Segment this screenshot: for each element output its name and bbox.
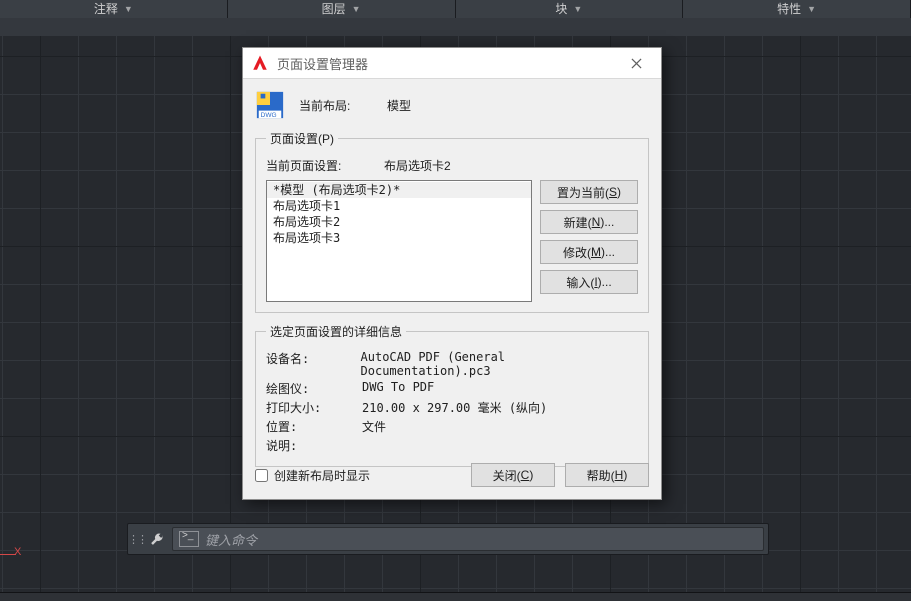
command-placeholder: 键入命令 [205, 530, 257, 549]
page-setup-manager-dialog: 页面设置管理器 DWG 当前布局: 模型 页面设置(P) 当前页面设置: [242, 47, 662, 500]
plotter-label: 绘图仪: [266, 380, 362, 397]
close-icon[interactable] [619, 52, 653, 74]
command-prompt-icon [179, 531, 199, 547]
chevron-down-icon: ▼ [124, 0, 133, 18]
size-label: 打印大小: [266, 399, 362, 416]
app-icon [251, 54, 269, 72]
modify-button[interactable]: 修改(M)... [540, 240, 638, 264]
details-legend: 选定页面设置的详细信息 [266, 323, 406, 340]
checkbox-label: 创建新布局时显示 [274, 467, 370, 484]
size-value: 210.00 x 297.00 毫米 (纵向) [362, 399, 547, 416]
list-item[interactable]: 布局选项卡1 [267, 198, 531, 214]
where-value: 文件 [362, 418, 386, 435]
chevron-down-icon: ▼ [352, 0, 361, 18]
dwg-icon: DWG [255, 90, 285, 120]
device-value: AutoCAD PDF (General Documentation).pc3 [361, 350, 638, 378]
new-button[interactable]: 新建(N)... [540, 210, 638, 234]
set-current-button[interactable]: 置为当前(S) [540, 180, 638, 204]
ribbon-panel-properties[interactable]: 特性▼ [683, 0, 911, 19]
chevron-down-icon: ▼ [573, 0, 582, 18]
list-item[interactable]: 布局选项卡2 [267, 214, 531, 230]
page-setup-legend: 页面设置(P) [266, 130, 338, 147]
svg-text:DWG: DWG [261, 112, 277, 119]
page-setup-group: 页面设置(P) 当前页面设置: 布局选项卡2 *模型 (布局选项卡2)* 布局选… [255, 130, 649, 313]
desc-label: 说明: [266, 437, 362, 454]
help-button[interactable]: 帮助(H) [565, 463, 649, 487]
show-on-new-layout-checkbox[interactable]: 创建新布局时显示 [255, 467, 370, 484]
command-input[interactable]: 键入命令 [172, 527, 764, 551]
chevron-down-icon: ▼ [807, 0, 816, 18]
command-line[interactable]: ⋮⋮ 键入命令 [127, 523, 769, 555]
customize-icon[interactable] [146, 532, 168, 546]
details-group: 选定页面设置的详细信息 设备名:AutoCAD PDF (General Doc… [255, 323, 649, 467]
list-item[interactable]: *模型 (布局选项卡2)* [267, 182, 531, 198]
plotter-value: DWG To PDF [362, 380, 434, 397]
current-page-setup-label: 当前页面设置: [266, 157, 384, 174]
dialog-titlebar[interactable]: 页面设置管理器 [243, 48, 661, 79]
close-button[interactable]: 关闭(C) [471, 463, 555, 487]
dialog-title: 页面设置管理器 [277, 54, 619, 73]
status-bar [0, 592, 911, 601]
ribbon-panel-annotate[interactable]: 注释▼ [0, 0, 228, 19]
ribbon-underbar [0, 18, 911, 37]
current-page-setup-value: 布局选项卡2 [384, 157, 451, 174]
ribbon-panel-layers[interactable]: 图层▼ [228, 0, 456, 19]
list-item[interactable]: 布局选项卡3 [267, 230, 531, 246]
import-button[interactable]: 输入(I)... [540, 270, 638, 294]
ribbon-panel-blocks[interactable]: 块▼ [456, 0, 684, 19]
where-label: 位置: [266, 418, 362, 435]
current-layout-label: 当前布局: [299, 97, 387, 114]
device-label: 设备名: [266, 350, 361, 378]
grip-icon[interactable]: ⋮⋮ [128, 533, 146, 546]
checkbox-input[interactable] [255, 469, 268, 482]
current-layout-value: 模型 [387, 97, 411, 114]
page-setup-list[interactable]: *模型 (布局选项卡2)* 布局选项卡1 布局选项卡2 布局选项卡3 [266, 180, 532, 302]
